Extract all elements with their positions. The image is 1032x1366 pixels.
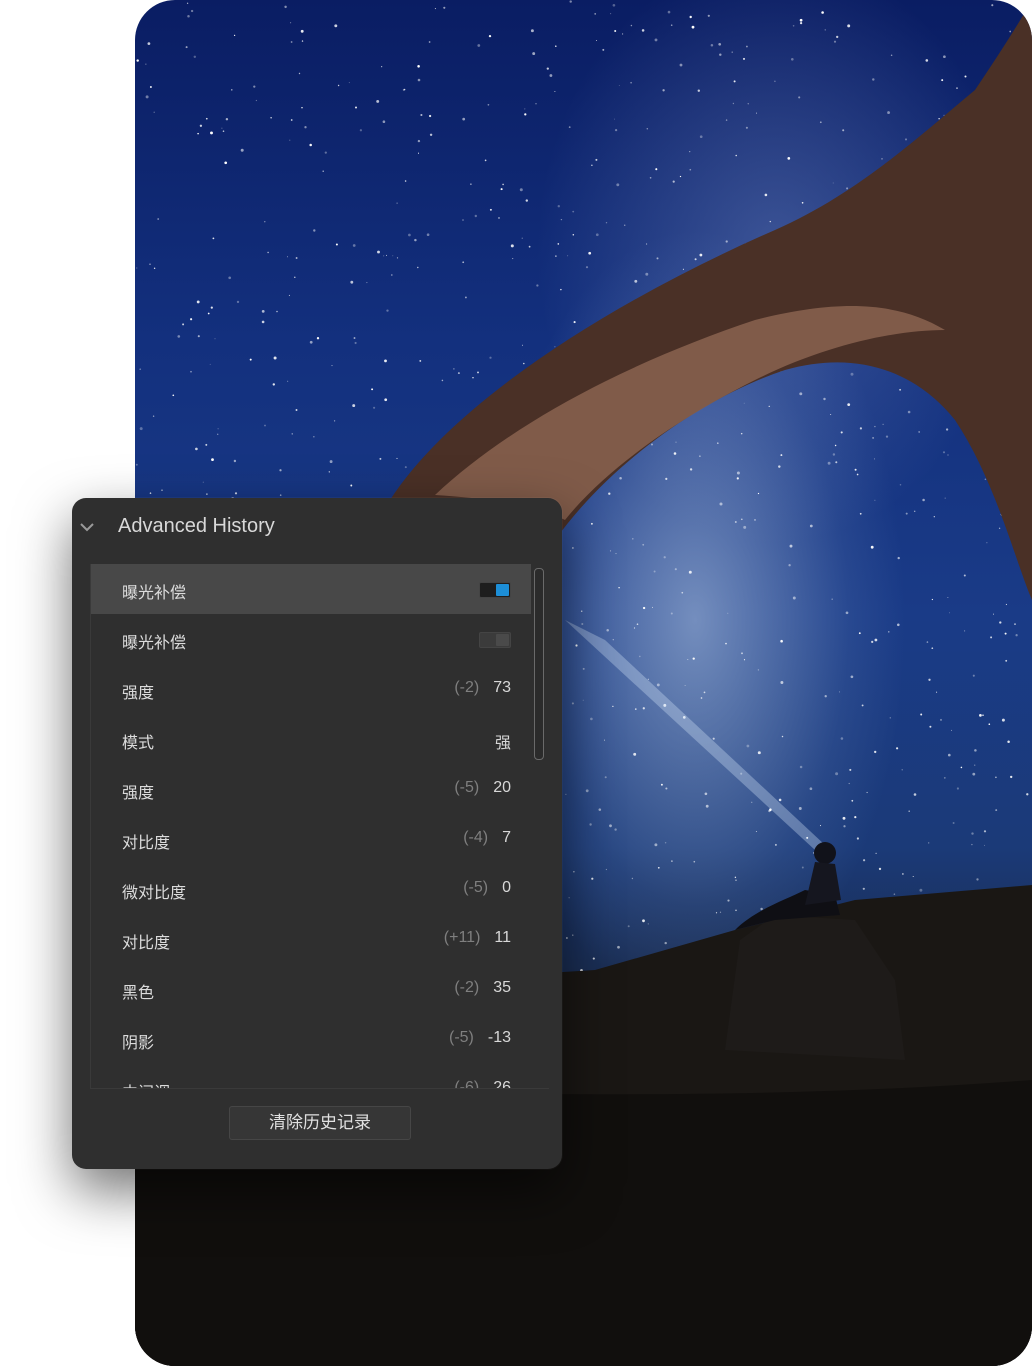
toggle-knob xyxy=(496,634,509,646)
history-row-label: 模式 xyxy=(122,735,155,752)
history-row-value: 26 xyxy=(493,1079,511,1089)
history-row-value: -13 xyxy=(487,1029,511,1046)
history-row[interactable]: 曝光补偿 xyxy=(91,564,531,614)
screen: Advanced History 曝光补偿 曝光补偿 强度 73 (-2) 模式强强度 20… xyxy=(0,0,1032,1366)
history-row-delta: (-5) xyxy=(454,779,480,796)
history-row-label: 曝光补偿 xyxy=(122,585,187,602)
history-row[interactable]: 微对比度 0 (-5) xyxy=(91,864,531,914)
history-row-label: 对比度 xyxy=(122,935,171,952)
history-row-label: 阴影 xyxy=(122,1035,155,1052)
toggle-knob xyxy=(496,584,509,596)
history-scrollbar[interactable] xyxy=(534,568,544,760)
history-row-label: 曝光补偿 xyxy=(122,635,187,652)
history-row-delta: (-5) xyxy=(463,879,489,896)
panel-title: Advanced History xyxy=(118,515,275,537)
history-row-label: 强度 xyxy=(122,785,155,802)
history-row-delta: (-2) xyxy=(454,979,480,996)
history-row-delta: (-6) xyxy=(454,1079,480,1089)
history-row[interactable]: 模式 强 xyxy=(91,714,531,764)
history-row-value: 7 xyxy=(502,829,511,846)
history-row-delta: (-5) xyxy=(448,1029,474,1046)
clear-history-button[interactable]: 清除历史记录 xyxy=(229,1106,411,1140)
history-row[interactable]: 黑色 35 (-2) xyxy=(91,964,531,1014)
history-toggle[interactable] xyxy=(479,582,511,598)
history-row[interactable]: 中间调 26 (-6) xyxy=(91,1064,531,1089)
history-row[interactable]: 曝光补偿 xyxy=(91,614,531,664)
history-row-delta: (-4) xyxy=(463,829,489,846)
history-row[interactable]: 对比度 7 (-4) xyxy=(91,814,531,864)
history-row-value: 20 xyxy=(493,779,511,796)
history-row-delta: (-2) xyxy=(454,679,480,696)
history-row[interactable]: 强度 20 (-5) xyxy=(91,764,531,814)
history-row-value: 73 xyxy=(493,679,511,696)
history-row-delta: (+11) xyxy=(443,929,481,946)
history-row-label: 对比度 xyxy=(122,835,171,852)
history-row-value: 35 xyxy=(493,979,511,996)
history-list[interactable]: 曝光补偿 曝光补偿 强度 73 (-2) 模式强强度 20 (-5) 对比度 7 (-4) 微对比度 0… xyxy=(90,564,549,1089)
history-row-label: 黑色 xyxy=(122,985,155,1002)
history-row-label: 强度 xyxy=(122,685,155,702)
chevron-down-icon[interactable] xyxy=(76,516,98,538)
history-row-value: 11 xyxy=(494,929,511,946)
history-row-value: 强 xyxy=(494,735,511,752)
history-toggle[interactable] xyxy=(479,632,511,648)
history-row[interactable]: 阴影 -13 (-5) xyxy=(91,1014,531,1064)
panel-header: Advanced History xyxy=(72,498,562,558)
history-row[interactable]: 对比度 11 (+11) xyxy=(91,914,531,964)
history-row[interactable]: 强度 73 (-2) xyxy=(91,664,531,714)
history-row-label: 微对比度 xyxy=(122,885,187,902)
history-row-value: 0 xyxy=(502,879,511,896)
history-row-label: 中间调 xyxy=(122,1079,170,1088)
advanced-history-panel: Advanced History 曝光补偿 曝光补偿 强度 73 (-2) 模式强强度 20… xyxy=(72,498,562,1169)
